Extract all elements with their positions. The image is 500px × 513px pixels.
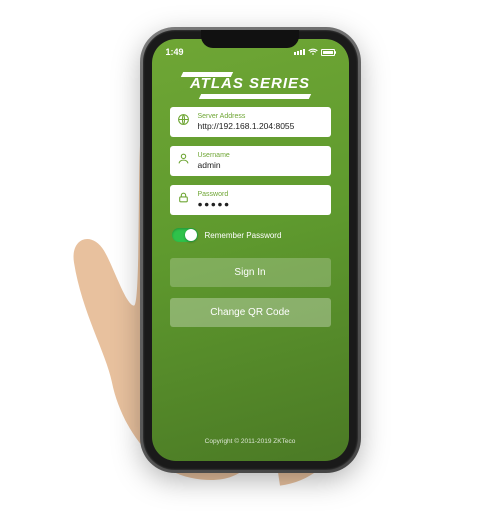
device-notch xyxy=(201,30,299,48)
app-screen: 1:49 ATLAS SERIES Server Address ht xyxy=(152,39,349,461)
username-label: Username xyxy=(198,152,323,160)
sign-in-button[interactable]: Sign In xyxy=(170,258,331,287)
copyright-text: Copyright © 2011-2019 ZKTeco xyxy=(170,438,331,451)
phone-frame: 1:49 ATLAS SERIES Server Address ht xyxy=(143,30,358,470)
wifi-icon xyxy=(308,48,318,56)
username-field[interactable]: Username admin xyxy=(170,146,331,176)
battery-icon xyxy=(321,49,335,56)
username-value: admin xyxy=(198,160,323,170)
lock-icon xyxy=(177,191,190,209)
password-label: Password xyxy=(198,191,323,199)
server-label: Server Address xyxy=(198,113,323,121)
server-value: http://192.168.1.204:8055 xyxy=(198,121,323,131)
brand-name: ATLAS SERIES xyxy=(190,75,310,92)
user-icon xyxy=(177,152,190,170)
status-time: 1:49 xyxy=(166,47,184,57)
globe-icon xyxy=(177,113,190,131)
change-qr-button[interactable]: Change QR Code xyxy=(170,298,331,327)
remember-password-label: Remember Password xyxy=(205,231,282,240)
password-value: ●●●●● xyxy=(198,199,323,209)
cellular-icon xyxy=(294,49,305,55)
server-address-field[interactable]: Server Address http://192.168.1.204:8055 xyxy=(170,107,331,137)
brand-logo: ATLAS SERIES xyxy=(180,75,320,93)
password-field[interactable]: Password ●●●●● xyxy=(170,185,331,215)
remember-password-toggle[interactable] xyxy=(172,228,198,242)
